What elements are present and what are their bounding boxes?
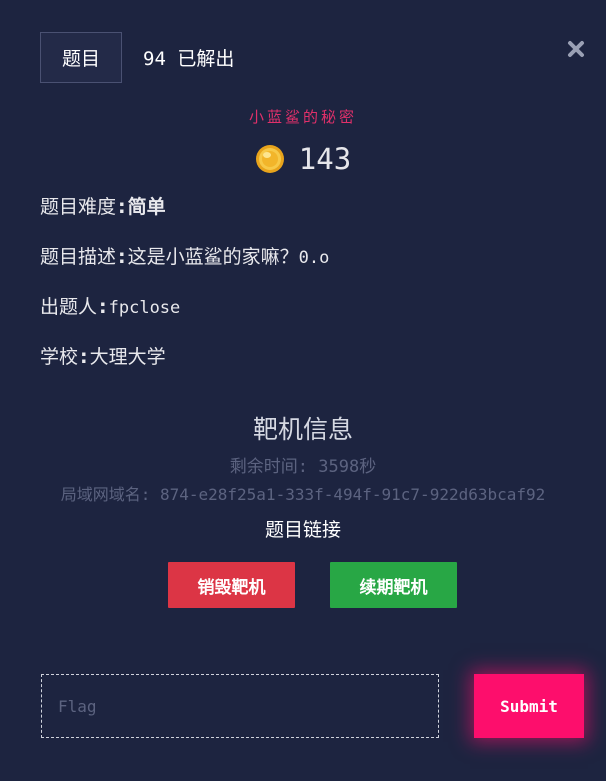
difficulty-label: 题目难度 bbox=[40, 196, 117, 218]
coin-icon bbox=[255, 145, 284, 173]
challenge-link[interactable]: 题目链接 bbox=[0, 515, 606, 542]
author-value: fpclose bbox=[108, 298, 181, 318]
challenge-title: 小蓝鲨的秘密 bbox=[248, 108, 357, 126]
renew-target-button[interactable]: 续期靶机 bbox=[330, 562, 457, 608]
description-suffix: 0.o bbox=[298, 248, 330, 268]
difficulty-value: 简单 bbox=[127, 196, 166, 218]
lan-domain: 局域网域名: 874-e28f25a1-333f-494f-91c7-922d6… bbox=[60, 485, 546, 504]
school-label: 学校 bbox=[40, 346, 79, 368]
description-label: 题目描述 bbox=[40, 246, 117, 268]
school-line: 学校: 大理大学 bbox=[40, 346, 166, 368]
author-label: 出题人 bbox=[40, 296, 98, 318]
close-icon[interactable] bbox=[566, 38, 586, 60]
description-value: 这是小蓝鲨的家嘛？ bbox=[127, 246, 299, 268]
tab-challenge[interactable]: 题目 bbox=[40, 32, 122, 83]
description-line: 题目描述: 这是小蓝鲨的家嘛？0.o bbox=[40, 246, 330, 268]
points-row: 143 bbox=[0, 142, 606, 176]
submit-button[interactable]: Submit bbox=[474, 674, 584, 738]
remaining-time: 剩余时间: 3598秒 bbox=[229, 457, 377, 477]
destroy-target-button[interactable]: 销毁靶机 bbox=[168, 562, 295, 608]
flag-input[interactable] bbox=[41, 674, 439, 738]
points-value: 143 bbox=[298, 142, 352, 176]
tab-solves[interactable]: 94 已解出 bbox=[143, 44, 234, 71]
school-value: 大理大学 bbox=[89, 346, 166, 368]
target-info-title: 靶机信息 bbox=[252, 415, 353, 444]
author-line: 出题人: fpclose bbox=[40, 296, 181, 318]
difficulty-line: 题目难度: 简单 bbox=[40, 196, 166, 218]
